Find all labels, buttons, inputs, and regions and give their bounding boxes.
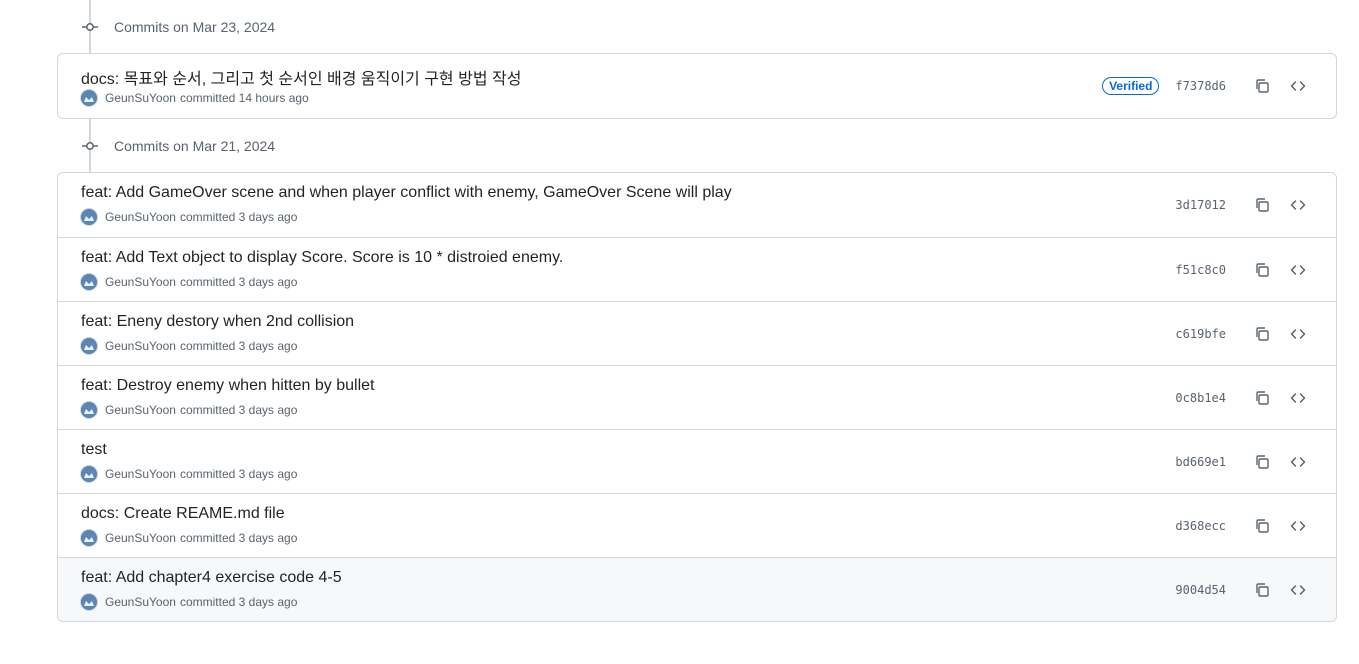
commit-meta: GeunSuYoon committed 3 days ago [81,466,297,482]
commit-time: 3 days ago [238,531,298,545]
commit-actions: bd669e1 [1175,430,1312,493]
commit-sha-link[interactable]: f7378d6 [1175,79,1226,93]
commit-meta: GeunSuYoon committed 3 days ago [81,594,297,610]
copy-icon[interactable] [1248,72,1276,100]
avatar[interactable] [81,209,97,225]
commit-meta: GeunSuYoon committed 3 days ago [81,209,297,225]
copy-icon[interactable] [1248,256,1276,284]
commit-actions: Verified f7378d6 [1102,54,1312,118]
copy-icon[interactable] [1248,320,1276,348]
commit-message-link[interactable]: test [81,441,107,459]
commit-sha-link[interactable]: c619bfe [1175,327,1226,341]
commit-action: committed [179,91,236,105]
commit-row: docs: Create REAME.md file GeunSuYoon co… [58,493,1336,557]
avatar[interactable] [81,530,97,546]
commit-row: feat: Add GameOver scene and when player… [58,173,1336,237]
commit-message-link[interactable]: feat: Eneny destory when 2nd collision [81,313,354,331]
commit-actions: 3d17012 [1175,173,1312,237]
commit-sha-link[interactable]: d368ecc [1175,519,1226,533]
commit-sha-link[interactable]: 3d17012 [1175,198,1226,212]
commit-actions: c619bfe [1175,302,1312,365]
commit-row: feat: Add chapter4 exercise code 4-5 Geu… [58,557,1336,621]
commit-author-link[interactable]: GeunSuYoon [105,531,176,545]
commit-action: committed [179,467,236,481]
verified-badge[interactable]: Verified [1102,77,1160,95]
code-icon[interactable] [1284,72,1312,100]
avatar[interactable] [81,338,97,354]
commit-time: 3 days ago [238,339,298,353]
commit-action: committed [179,210,236,224]
commit-actions: 0c8b1e4 [1175,366,1312,429]
commit-time: 3 days ago [238,275,298,289]
commit-actions: f51c8c0 [1175,238,1312,301]
code-icon[interactable] [1284,576,1312,604]
commit-message-link[interactable]: feat: Add Text object to display Score. … [81,249,563,267]
code-icon[interactable] [1284,256,1312,284]
commit-group-header: Commits on Mar 23, 2024 [80,15,275,39]
copy-icon[interactable] [1248,384,1276,412]
commit-action: committed [179,275,236,289]
commit-author-link[interactable]: GeunSuYoon [105,91,176,105]
commit-message-link[interactable]: docs: Create REAME.md file [81,505,285,523]
copy-icon[interactable] [1248,191,1276,219]
commit-author-link[interactable]: GeunSuYoon [105,595,176,609]
git-commit-icon [80,17,100,37]
commit-meta: GeunSuYoon committed 3 days ago [81,402,297,418]
commit-message-link[interactable]: docs: 목표와 순서, 그리고 첫 순서인 배경 움직이기 구현 방법 작성 [81,65,521,89]
commit-time: 3 days ago [238,467,298,481]
commit-author-link[interactable]: GeunSuYoon [105,339,176,353]
avatar[interactable] [81,274,97,290]
commit-row: test GeunSuYoon committed 3 days ago bd6… [58,429,1336,493]
commit-time: 3 days ago [238,210,298,224]
commit-row: feat: Add Text object to display Score. … [58,237,1336,301]
copy-icon[interactable] [1248,512,1276,540]
code-icon[interactable] [1284,320,1312,348]
commit-message-link[interactable]: feat: Add chapter4 exercise code 4-5 [81,569,342,587]
commit-message-link[interactable]: feat: Add GameOver scene and when player… [81,184,732,202]
commit-action: committed [179,531,236,545]
commit-action: committed [179,595,236,609]
code-icon[interactable] [1284,448,1312,476]
commit-meta: GeunSuYoon committed 14 hours ago [81,90,309,106]
commit-list: docs: 목표와 순서, 그리고 첫 순서인 배경 움직이기 구현 방법 작성… [57,53,1337,119]
commit-action: committed [179,403,236,417]
commit-list: feat: Add GameOver scene and when player… [57,172,1337,622]
commit-time: 14 hours ago [238,91,309,105]
commit-message-link[interactable]: feat: Destroy enemy when hitten by bulle… [81,377,375,395]
code-icon[interactable] [1284,512,1312,540]
avatar[interactable] [81,90,97,106]
commit-time: 3 days ago [238,595,298,609]
commit-row: feat: Destroy enemy when hitten by bulle… [58,365,1336,429]
commit-meta: GeunSuYoon committed 3 days ago [81,338,297,354]
code-icon[interactable] [1284,191,1312,219]
commit-row: feat: Eneny destory when 2nd collision G… [58,301,1336,365]
commit-action: committed [179,339,236,353]
commit-author-link[interactable]: GeunSuYoon [105,210,176,224]
copy-icon[interactable] [1248,448,1276,476]
commit-sha-link[interactable]: f51c8c0 [1175,263,1226,277]
commit-group-header: Commits on Mar 21, 2024 [80,134,275,158]
commit-sha-link[interactable]: bd669e1 [1175,455,1226,469]
commit-author-link[interactable]: GeunSuYoon [105,403,176,417]
avatar[interactable] [81,594,97,610]
commit-group-date: Commits on Mar 21, 2024 [114,138,276,154]
copy-icon[interactable] [1248,576,1276,604]
commit-author-link[interactable]: GeunSuYoon [105,467,176,481]
commit-time: 3 days ago [238,403,298,417]
commit-actions: d368ecc [1175,494,1312,557]
git-commit-icon [80,136,100,156]
commit-meta: GeunSuYoon committed 3 days ago [81,530,297,546]
avatar[interactable] [81,402,97,418]
code-icon[interactable] [1284,384,1312,412]
commit-group-date: Commits on Mar 23, 2024 [114,19,276,35]
commit-author-link[interactable]: GeunSuYoon [105,275,176,289]
commit-row: docs: 목표와 순서, 그리고 첫 순서인 배경 움직이기 구현 방법 작성… [58,54,1336,118]
commit-sha-link[interactable]: 0c8b1e4 [1175,391,1226,405]
avatar[interactable] [81,466,97,482]
commit-sha-link[interactable]: 9004d54 [1175,583,1226,597]
commit-meta: GeunSuYoon committed 3 days ago [81,274,297,290]
commit-actions: 9004d54 [1175,558,1312,621]
